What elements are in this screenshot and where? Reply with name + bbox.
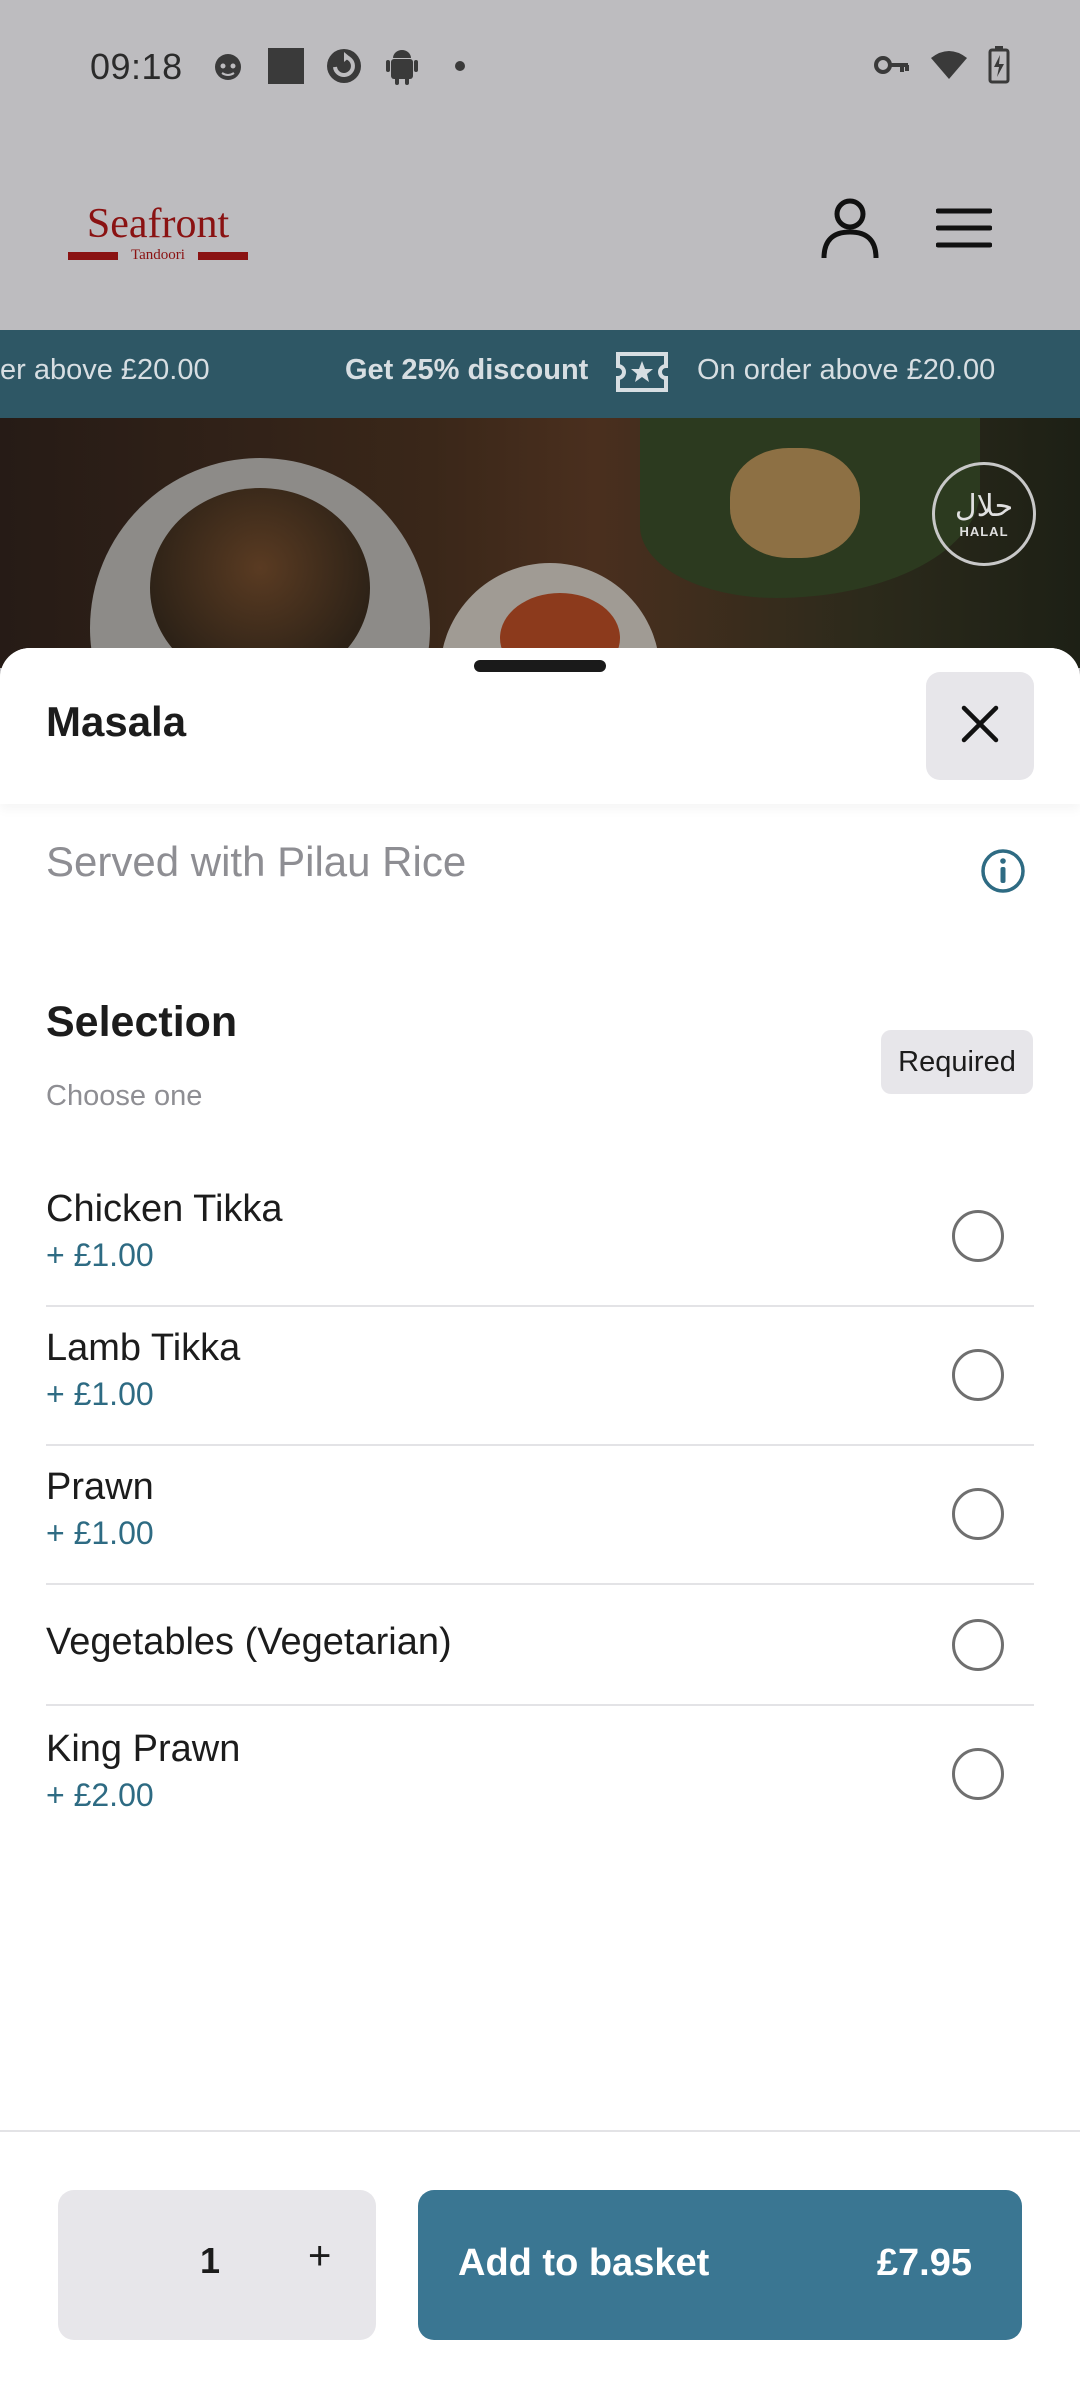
hamburger-menu-icon: [935, 208, 993, 253]
promo-headline: Get 25% discount: [345, 354, 589, 386]
radio-button[interactable]: [952, 1619, 1004, 1671]
required-badge: Required: [881, 1030, 1033, 1094]
square-icon: [266, 46, 306, 86]
option-name: Chicken Tikka: [46, 1188, 283, 1230]
leaf-dish-image: [640, 418, 980, 598]
selection-options: Chicken Tikka + £1.00 Lamb Tikka + £1.00…: [46, 1168, 1034, 1845]
drag-handle[interactable]: [474, 660, 606, 672]
info-icon[interactable]: [980, 848, 1026, 894]
plate-crab-image: [90, 458, 430, 668]
halal-badge: حلال HALAL: [932, 462, 1036, 566]
halal-text: HALAL: [959, 523, 1009, 539]
add-to-basket-button[interactable]: Add to basket £7.95: [418, 2190, 1022, 2340]
item-description: Served with Pilau Rice: [46, 838, 467, 885]
close-icon: [960, 704, 1000, 749]
option-lamb-tikka[interactable]: Lamb Tikka + £1.00: [46, 1307, 1034, 1446]
selection-title: Selection: [46, 998, 238, 1046]
notification-icons: [208, 46, 480, 86]
quantity-value: 1: [200, 2240, 221, 2281]
add-to-basket-label: Add to basket: [458, 2242, 710, 2284]
footer-divider: [0, 2130, 1080, 2132]
radio-button[interactable]: [952, 1748, 1004, 1800]
close-button[interactable]: [926, 672, 1034, 780]
app-header: Seafront Tandoori: [0, 130, 1080, 330]
refresh-app-icon: [324, 46, 364, 86]
option-name: Lamb Tikka: [46, 1327, 241, 1369]
system-icons: [874, 46, 1010, 89]
option-price: + £1.00: [46, 1237, 154, 1273]
option-price: + £2.00: [46, 1777, 154, 1813]
increment-button[interactable]: +: [308, 2234, 331, 2279]
seafront-tandoori-logo[interactable]: Seafront Tandoori: [68, 200, 248, 270]
option-prawn[interactable]: Prawn + £1.00: [46, 1446, 1034, 1585]
quantity-stepper: 1 +: [58, 2190, 376, 2340]
logo-text: Seafront: [86, 201, 230, 247]
radio-button[interactable]: [952, 1349, 1004, 1401]
option-name: Prawn: [46, 1466, 154, 1508]
promo-fragment: er above £20.00: [0, 354, 210, 386]
radio-button[interactable]: [952, 1488, 1004, 1540]
item-options-sheet: Masala Served with Pilau Rice Selection …: [0, 648, 1080, 2400]
dot-icon: [440, 46, 480, 86]
wifi-icon: [930, 49, 968, 86]
account-button[interactable]: [810, 190, 890, 270]
cat-face-icon: [208, 46, 248, 86]
promo-detail: On order above £20.00: [697, 354, 996, 386]
halal-arabic-text: حلال: [954, 488, 1014, 524]
option-king-prawn[interactable]: King Prawn + £2.00: [46, 1706, 1034, 1845]
option-price: + £1.00: [46, 1376, 154, 1412]
sheet-header: Masala: [0, 648, 1080, 804]
radio-button[interactable]: [952, 1210, 1004, 1262]
status-bar: 09:18: [0, 0, 1080, 130]
option-chicken-tikka[interactable]: Chicken Tikka + £1.00: [46, 1168, 1034, 1307]
selection-subtitle: Choose one: [46, 1080, 203, 1112]
item-title: Masala: [46, 698, 187, 745]
option-vegetables[interactable]: Vegetables (Vegetarian): [46, 1585, 1034, 1706]
basket-total: £7.95: [876, 2242, 972, 2284]
restaurant-hero-image: حلال HALAL: [0, 418, 1080, 668]
person-icon: [820, 196, 880, 265]
ticket-star-icon: [614, 350, 670, 399]
android-icon: [382, 46, 422, 86]
status-time: 09:18: [90, 46, 183, 87]
menu-button[interactable]: [924, 190, 1004, 270]
option-price: + £1.00: [46, 1515, 154, 1551]
promo-banner[interactable]: er above £20.00 Get 25% discount On orde…: [0, 330, 1080, 418]
option-name: King Prawn: [46, 1728, 241, 1770]
key-icon: [874, 53, 910, 82]
battery-charging-icon: [988, 46, 1010, 89]
option-name: Vegetables (Vegetarian): [46, 1621, 452, 1663]
logo-subtext: Tandoori: [118, 246, 198, 264]
